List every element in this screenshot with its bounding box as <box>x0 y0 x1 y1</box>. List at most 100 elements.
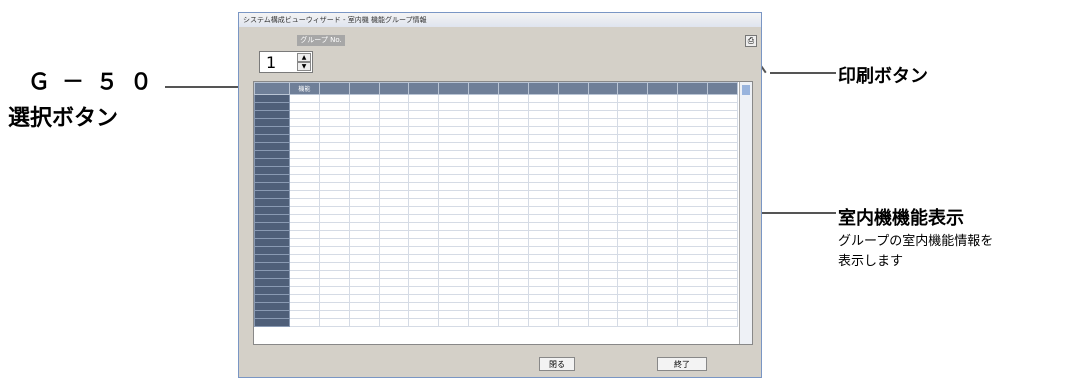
table-cell <box>408 142 440 151</box>
table-cell <box>647 110 679 119</box>
table-row[interactable] <box>254 238 738 247</box>
table-row[interactable] <box>254 94 738 103</box>
table-row[interactable] <box>254 182 738 191</box>
table-cell <box>408 158 440 167</box>
group-no-tab[interactable]: グループ No. <box>297 35 345 46</box>
table-cell <box>527 286 559 295</box>
indoor-function-desc-2: 表示します <box>838 254 904 269</box>
table-cell <box>617 126 649 135</box>
row-header-cell <box>254 174 290 183</box>
table-row[interactable] <box>254 110 738 119</box>
table-cell <box>617 134 649 143</box>
table-cell <box>617 246 649 255</box>
table-cell <box>617 278 649 287</box>
table-cell <box>498 262 529 271</box>
table-cell <box>348 254 380 263</box>
table-cell <box>438 102 470 111</box>
table-cell <box>587 238 619 247</box>
table-row[interactable] <box>254 166 738 175</box>
table-row[interactable] <box>254 246 738 255</box>
table-row[interactable] <box>254 190 738 199</box>
table-row[interactable] <box>254 118 738 127</box>
table-row[interactable] <box>254 318 738 327</box>
print-button[interactable]: ⎙ <box>745 35 757 47</box>
table-cell <box>677 118 709 127</box>
table-cell <box>318 118 350 127</box>
table-row[interactable] <box>254 142 738 151</box>
table-row[interactable] <box>254 214 738 223</box>
table-cell <box>289 110 320 119</box>
table-cell <box>617 190 649 199</box>
table-cell <box>378 134 410 143</box>
table-cell <box>527 158 559 167</box>
table-cell <box>289 206 320 215</box>
table-cell <box>318 238 350 247</box>
row-header-cell <box>254 102 290 111</box>
scroll-thumb[interactable] <box>742 85 750 95</box>
row-header-cell <box>254 158 290 167</box>
table-cell <box>707 110 738 119</box>
vertical-scrollbar[interactable] <box>739 82 752 344</box>
table-cell <box>438 246 470 255</box>
table-cell <box>378 110 410 119</box>
table-cell <box>647 262 679 271</box>
spin-down-icon[interactable]: ▼ <box>297 62 311 71</box>
spinner-buttons[interactable]: ▲ ▼ <box>297 53 311 71</box>
table-cell <box>647 150 679 159</box>
table-cell <box>289 134 320 143</box>
table-row[interactable] <box>254 102 738 111</box>
table-cell <box>468 198 500 207</box>
table-cell <box>587 190 619 199</box>
table-cell <box>378 190 410 199</box>
col-header <box>408 82 440 95</box>
table-cell <box>707 270 738 279</box>
table-row[interactable] <box>254 206 738 215</box>
table-row[interactable] <box>254 198 738 207</box>
table-cell <box>527 190 559 199</box>
table-cell <box>348 190 380 199</box>
table-row[interactable] <box>254 262 738 271</box>
row-header-cell <box>254 222 290 231</box>
table-cell <box>707 102 738 111</box>
row-header-cell <box>254 254 290 263</box>
table-cell <box>647 214 679 223</box>
exit-button[interactable]: 終了 <box>657 357 707 371</box>
table-row[interactable] <box>254 270 738 279</box>
table-row[interactable] <box>254 286 738 295</box>
table-row[interactable] <box>254 158 738 167</box>
col-header <box>557 82 589 95</box>
spinner-value: 1 <box>266 53 277 72</box>
table-cell <box>468 126 500 135</box>
indoor-function-grid[interactable]: 機能 <box>253 81 753 345</box>
table-row[interactable] <box>254 222 738 231</box>
table-cell <box>677 286 709 295</box>
table-cell <box>677 142 709 151</box>
table-row[interactable] <box>254 310 738 319</box>
table-cell <box>378 318 410 327</box>
table-cell <box>527 198 559 207</box>
table-row[interactable] <box>254 302 738 311</box>
table-row[interactable] <box>254 278 738 287</box>
table-cell <box>587 102 619 111</box>
table-cell <box>677 270 709 279</box>
table-cell <box>408 230 440 239</box>
table-cell <box>438 222 470 231</box>
table-cell <box>527 110 559 119</box>
table-row[interactable] <box>254 174 738 183</box>
table-cell <box>318 302 350 311</box>
table-row[interactable] <box>254 134 738 143</box>
table-cell <box>557 278 589 287</box>
close-button[interactable]: 閉る <box>539 357 575 371</box>
table-row[interactable] <box>254 254 738 263</box>
g50-spinner[interactable]: 1 ▲ ▼ <box>259 51 313 73</box>
table-cell <box>498 278 529 287</box>
table-row[interactable] <box>254 150 738 159</box>
table-cell <box>707 214 738 223</box>
table-row[interactable] <box>254 126 738 135</box>
table-cell <box>527 142 559 151</box>
spin-up-icon[interactable]: ▲ <box>297 53 311 62</box>
table-cell <box>677 302 709 311</box>
table-cell <box>289 150 320 159</box>
table-row[interactable] <box>254 230 738 239</box>
table-row[interactable] <box>254 294 738 303</box>
